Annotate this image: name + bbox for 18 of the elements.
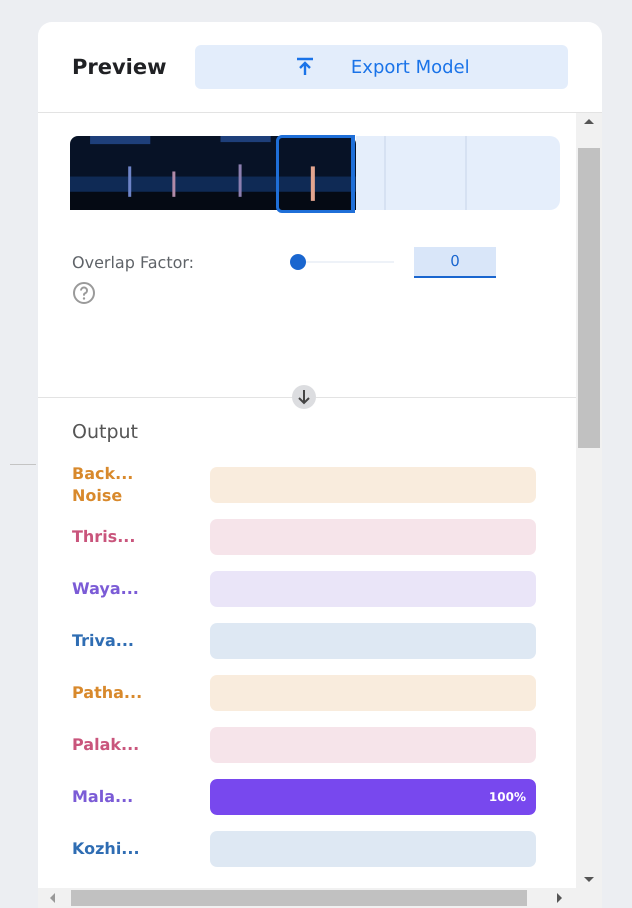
export-model-button[interactable]: Export Model bbox=[194, 45, 568, 89]
output-title: Output bbox=[72, 421, 139, 443]
percent-label: 100% bbox=[488, 789, 526, 806]
panel-title: Preview bbox=[72, 55, 167, 79]
class-label: Mala... bbox=[72, 786, 134, 808]
class-label: Back... Noise bbox=[72, 463, 134, 507]
class-label: Patha... bbox=[72, 682, 144, 704]
vertical-scrollbar[interactable] bbox=[576, 113, 602, 888]
overlap-value-field[interactable]: 0 bbox=[414, 246, 496, 278]
class-label: Triva... bbox=[72, 630, 135, 652]
class-label: Waya... bbox=[72, 578, 140, 600]
overlap-label: Overlap Factor: bbox=[72, 252, 196, 272]
expand-icon[interactable] bbox=[292, 385, 316, 409]
class-label: Kozhi... bbox=[72, 838, 141, 860]
help-icon[interactable] bbox=[72, 281, 96, 305]
class-label: Thris... bbox=[72, 526, 136, 548]
class-label: Palak... bbox=[72, 734, 140, 756]
horizontal-scrollbar[interactable] bbox=[38, 888, 602, 908]
